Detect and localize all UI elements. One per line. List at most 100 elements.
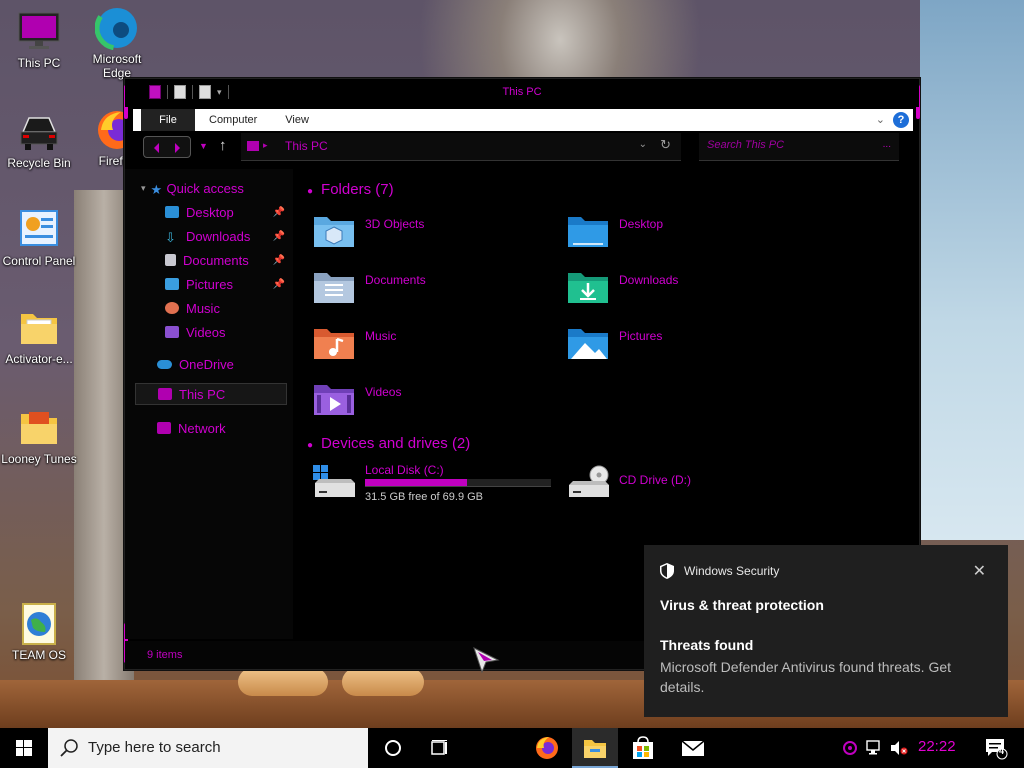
desktop-icon-activator[interactable]: Activator-e... xyxy=(1,306,77,366)
pin-icon[interactable]: 📌 xyxy=(273,279,285,290)
taskbar-search[interactable] xyxy=(48,728,368,768)
folder-name: Music xyxy=(365,329,397,343)
tab-computer[interactable]: Computer xyxy=(195,109,271,131)
folder-3d-objects[interactable]: 3D Objects xyxy=(297,213,537,259)
nav-this-pc[interactable]: This PC xyxy=(135,383,287,405)
mouse-cursor-icon xyxy=(472,646,500,674)
desktop-icon-this-pc[interactable]: This PC xyxy=(1,10,77,70)
volume-muted-icon[interactable] xyxy=(890,740,908,759)
taskbar-firefox[interactable] xyxy=(524,728,570,768)
folder-desktop[interactable]: Desktop xyxy=(551,213,791,259)
address-bar[interactable]: ▸ This PC ⌄ ↻ xyxy=(241,133,681,161)
videos-folder-icon xyxy=(313,381,355,417)
desktop-icon-edge[interactable]: Microsoft Edge xyxy=(79,5,155,80)
drive-local-disk-c[interactable]: Local Disk (C:) 31.5 GB free of 69.9 GB xyxy=(297,461,557,511)
recent-locations-icon[interactable]: ▼ xyxy=(199,141,208,151)
back-forward-buttons[interactable] xyxy=(143,136,191,158)
folder-name: Downloads xyxy=(619,273,679,287)
nav-label: Desktop xyxy=(186,204,234,220)
nav-label: Quick access xyxy=(166,180,244,196)
folder-pictures[interactable]: Pictures xyxy=(551,325,791,371)
nav-documents[interactable]: Documents 📌 xyxy=(125,249,293,271)
folders-group-header[interactable]: ● Folders (7) xyxy=(307,181,394,198)
task-view-button[interactable] xyxy=(416,728,462,768)
chevron-down-icon[interactable]: ▾ xyxy=(141,183,146,194)
search-input[interactable] xyxy=(88,739,348,756)
this-pc-icon xyxy=(158,388,172,400)
folders-heading: Folders (7) xyxy=(321,181,394,198)
wallpaper-feet xyxy=(238,668,328,696)
documents-icon xyxy=(165,254,176,266)
up-arrow-icon[interactable]: ↑ xyxy=(219,137,227,155)
nav-label: Videos xyxy=(186,324,226,340)
tab-view[interactable]: View xyxy=(271,109,323,131)
nav-label: Downloads xyxy=(186,228,251,244)
tab-file[interactable]: File xyxy=(141,109,195,131)
desktop-icon-recycle-bin[interactable]: Recycle Bin xyxy=(1,110,77,170)
search-options-icon[interactable]: ... xyxy=(883,139,891,150)
nav-label: OneDrive xyxy=(179,356,234,372)
drive-cd-d[interactable]: CD Drive (D:) xyxy=(551,461,811,511)
taskbar-mail[interactable] xyxy=(670,728,716,768)
search-input[interactable] xyxy=(707,139,877,151)
downloads-folder-icon xyxy=(567,269,609,305)
group-bullet-icon: ● xyxy=(307,186,314,197)
search-icon xyxy=(60,738,78,758)
address-path[interactable]: This PC xyxy=(285,139,328,153)
nav-desktop[interactable]: Desktop 📌 xyxy=(125,201,293,223)
desktop-icon-control-panel[interactable]: Control Panel xyxy=(1,208,77,268)
address-row: ▼ ↑ ▸ This PC ⌄ ↻ ... xyxy=(133,133,913,161)
pin-icon[interactable]: 📌 xyxy=(273,207,285,218)
chevron-right-icon[interactable]: ▸ xyxy=(263,140,268,151)
store-icon xyxy=(633,736,653,759)
star-icon: ★ xyxy=(150,182,163,197)
this-pc-icon xyxy=(247,141,259,151)
cortana-button[interactable] xyxy=(370,728,416,768)
desktop-folder-icon xyxy=(567,213,609,249)
pictures-folder-icon xyxy=(567,325,609,361)
windows-logo-icon xyxy=(16,740,32,756)
nav-pictures[interactable]: Pictures 📌 xyxy=(125,273,293,295)
taskbar-file-explorer[interactable] xyxy=(572,728,618,768)
control-panel-icon xyxy=(17,208,61,250)
folder-icon xyxy=(17,406,61,448)
globe-file-icon xyxy=(17,602,61,645)
search-box[interactable]: ... xyxy=(699,133,899,161)
nav-network[interactable]: Network xyxy=(125,417,293,439)
ribbon-tabs: File Computer View ⌄ ? xyxy=(133,109,913,131)
nav-videos[interactable]: Videos xyxy=(125,321,293,343)
edge-icon xyxy=(94,5,140,51)
pin-icon[interactable]: 📌 xyxy=(273,231,285,242)
toast-message[interactable]: Microsoft Defender Antivirus found threa… xyxy=(660,657,990,697)
drive-usage-bar xyxy=(365,479,551,487)
item-count: 9 items xyxy=(147,649,183,661)
security-notification-toast[interactable]: Windows Security ✕ Virus & threat protec… xyxy=(644,545,1008,717)
toast-source: Windows Security xyxy=(684,564,780,578)
desktop-icon-looney-tunes[interactable]: Looney Tunes xyxy=(1,406,77,466)
help-icon[interactable]: ? xyxy=(893,112,909,128)
nav-music[interactable]: Music xyxy=(125,297,293,319)
folder-music[interactable]: Music xyxy=(297,325,537,371)
action-center-button[interactable]: 4 xyxy=(984,736,1008,760)
drives-group-header[interactable]: ● Devices and drives (2) xyxy=(307,435,470,452)
folder-documents[interactable]: Documents xyxy=(297,269,537,315)
close-icon[interactable]: ✕ xyxy=(973,561,986,581)
folder-downloads[interactable]: Downloads xyxy=(551,269,791,315)
pin-icon[interactable]: 📌 xyxy=(273,255,285,266)
start-button[interactable] xyxy=(0,728,48,768)
taskbar-store[interactable] xyxy=(620,728,666,768)
desktop-icon xyxy=(165,206,179,218)
refresh-icon[interactable]: ↻ xyxy=(660,137,671,153)
network-icon[interactable] xyxy=(866,740,884,759)
taskbar-clock[interactable]: 22:22 xyxy=(918,738,956,755)
nav-onedrive[interactable]: OneDrive xyxy=(125,353,293,375)
nav-quick-access[interactable]: ▾ ★ Quick access xyxy=(125,177,293,199)
chevron-down-icon[interactable]: ⌄ xyxy=(639,139,647,150)
folder-videos[interactable]: Videos xyxy=(297,381,537,427)
expand-ribbon-icon[interactable]: ⌄ xyxy=(876,113,885,126)
desktop-icon-team-os[interactable]: TEAM OS xyxy=(1,602,77,662)
tray-app-icon[interactable] xyxy=(842,740,858,759)
download-icon: ⇩ xyxy=(165,230,176,245)
nav-downloads[interactable]: ⇩ Downloads 📌 xyxy=(125,225,293,247)
title-bar[interactable]: ▾ This PC xyxy=(125,79,919,107)
